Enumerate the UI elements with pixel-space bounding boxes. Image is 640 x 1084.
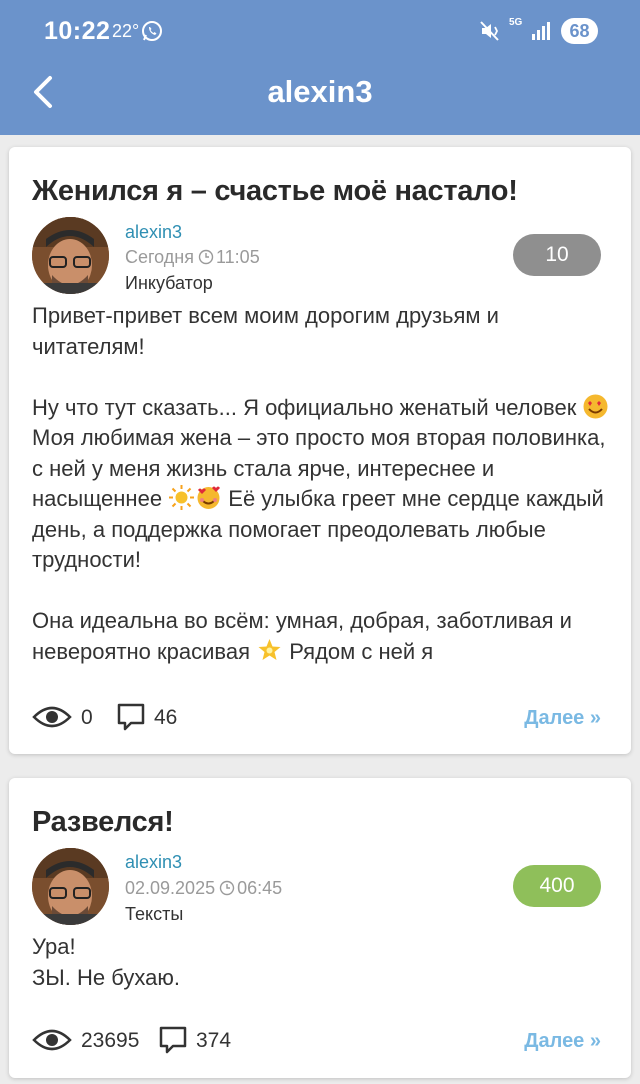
whatsapp-icon	[142, 21, 162, 41]
battery-level: 68	[561, 18, 598, 44]
post-time: 11:05	[216, 247, 260, 267]
post-text-part: Её улыбка греет мне сердце каждый день, …	[32, 486, 604, 664]
post-date-text: Сегодня	[125, 247, 194, 267]
post-body: Ура! ЗЫ. Не бухаю.	[32, 934, 180, 990]
post-body: Привет-привет всем моим дорогим друзьям …	[32, 301, 612, 667]
vibrate-mute-icon	[480, 21, 499, 41]
post-text-part: Рядом с ней я	[283, 638, 434, 664]
post-stats: 23695 374	[32, 1025, 332, 1057]
post-stats: 0 46	[32, 702, 332, 734]
status-temperature: 22°	[112, 21, 140, 41]
post-category[interactable]: Тексты	[125, 904, 183, 925]
eye-icon	[32, 706, 72, 728]
post-card[interactable]: Женился я – счастье моё настало! alexin3…	[9, 147, 631, 754]
comments-count[interactable]: 374	[196, 1029, 231, 1053]
glowing-star-icon	[258, 638, 281, 660]
post-text-part: Привет-привет всем моим дорогим друзьям …	[32, 303, 577, 420]
views-count: 23695	[81, 1029, 140, 1052]
rating-badge[interactable]: 400	[513, 865, 601, 907]
comment-icon[interactable]	[158, 1025, 188, 1055]
rating-badge[interactable]: 10	[513, 234, 601, 276]
comments-count[interactable]: 46	[154, 706, 177, 730]
clock-icon	[198, 249, 214, 265]
signal-icon	[532, 22, 550, 40]
post-card[interactable]: Развелся! alexin3 02.09.2025 06:45 Тексты…	[9, 778, 631, 1078]
avatar[interactable]	[32, 848, 109, 925]
post-date: 02.09.2025 06:45	[125, 878, 282, 899]
status-time: 10:22	[44, 17, 111, 45]
post-time: 06:45	[237, 878, 283, 898]
eye-icon	[32, 1029, 72, 1051]
comment-icon[interactable]	[116, 702, 146, 732]
post-category[interactable]: Инкубатор	[125, 273, 213, 294]
post-title[interactable]: Женился я – счастье моё настало!	[32, 175, 518, 208]
author-link[interactable]: alexin3	[125, 852, 182, 873]
app-header: 10:22 22° 5G 68 alexin3	[0, 0, 640, 135]
status-bar: 10:22 22° 5G 68	[0, 0, 640, 62]
post-title[interactable]: Развелся!	[32, 806, 174, 839]
heart-eyes-emoji-icon	[583, 394, 608, 418]
page-title: alexin3	[267, 74, 373, 109]
views-count: 0	[81, 706, 93, 729]
post-date-text: 02.09.2025	[125, 878, 216, 898]
avatar[interactable]	[32, 217, 109, 294]
read-more-link[interactable]: Далее »	[524, 707, 601, 730]
author-link[interactable]: alexin3	[125, 222, 182, 243]
read-more-link[interactable]: Далее »	[524, 1030, 601, 1053]
smiling-hearts-emoji-icon	[197, 486, 221, 509]
network-type: 5G	[509, 17, 523, 28]
post-date: Сегодня 11:05	[125, 247, 260, 268]
sun-icon	[169, 485, 195, 510]
clock-icon	[219, 880, 235, 896]
